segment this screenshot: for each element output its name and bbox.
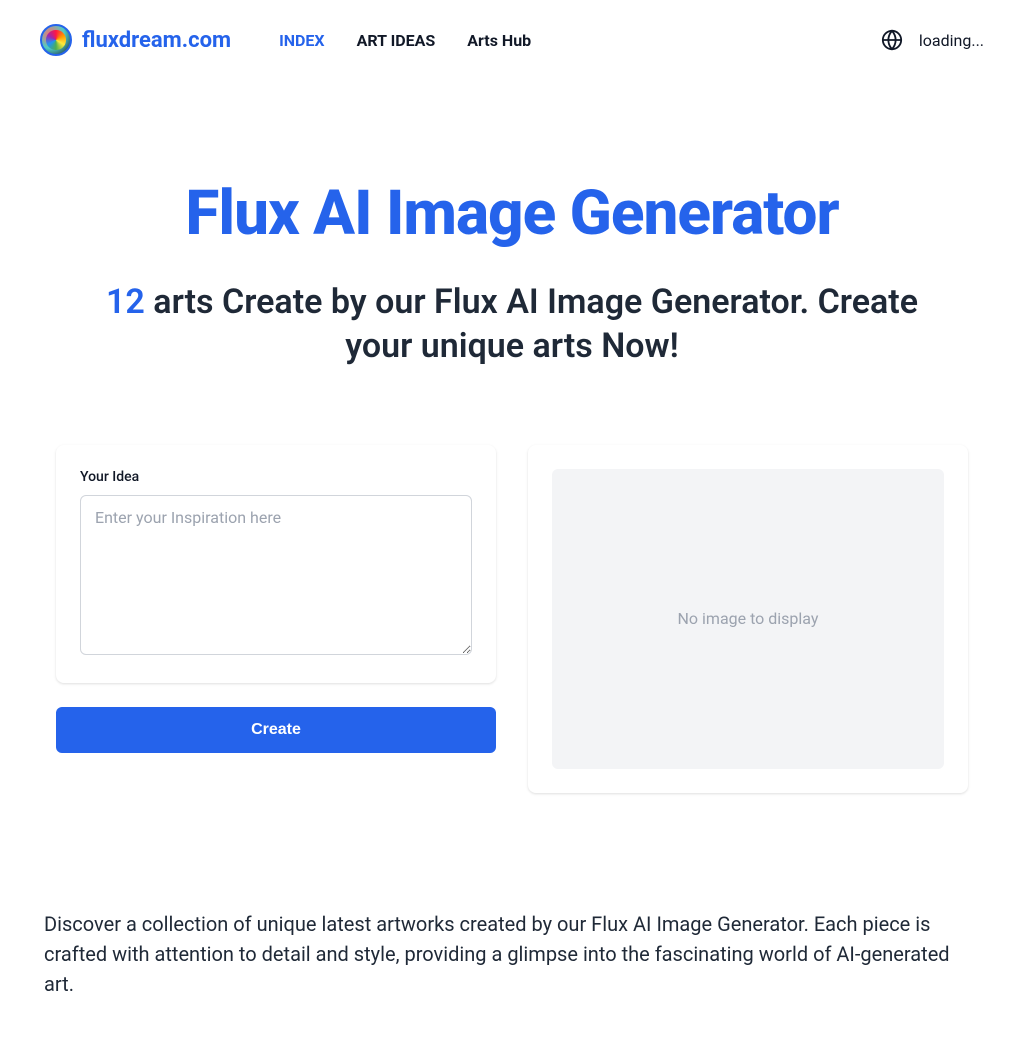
preview-card: No image to display	[528, 445, 968, 793]
arts-count: 12	[106, 282, 145, 322]
hero-section: Flux AI Image Generator 12 arts Create b…	[0, 80, 1024, 409]
subtitle-text: arts Create by our Flux AI Image Generat…	[145, 282, 918, 366]
input-card: Your Idea	[56, 445, 496, 683]
page-subtitle: 12 arts Create by our Flux AI Image Gene…	[60, 280, 964, 368]
nav-art-ideas[interactable]: ART IDEAS	[357, 31, 436, 50]
nav-arts-hub[interactable]: Arts Hub	[467, 31, 531, 50]
header-right: loading...	[881, 29, 984, 51]
preview-empty-text: No image to display	[678, 609, 819, 628]
preview-panel: No image to display	[528, 445, 968, 793]
nav-index[interactable]: INDEX	[279, 31, 325, 50]
loading-status: loading...	[919, 31, 984, 50]
brand-name: fluxdream.com	[82, 28, 231, 53]
description-section: Discover a collection of unique latest a…	[0, 829, 1024, 1039]
idea-input[interactable]	[80, 495, 472, 655]
header-left: fluxdream.com INDEX ART IDEAS Arts Hub	[40, 24, 531, 56]
idea-label: Your Idea	[80, 469, 472, 485]
generator-panels: Your Idea Create No image to display	[0, 409, 1024, 829]
image-preview: No image to display	[552, 469, 944, 769]
create-button[interactable]: Create	[56, 707, 496, 753]
main-nav: INDEX ART IDEAS Arts Hub	[279, 31, 531, 50]
page-title: Flux AI Image Generator	[60, 180, 964, 248]
description-text: Discover a collection of unique latest a…	[44, 909, 980, 999]
logo[interactable]: fluxdream.com	[40, 24, 231, 56]
globe-icon[interactable]	[881, 29, 903, 51]
input-panel: Your Idea Create	[56, 445, 496, 793]
logo-icon	[40, 24, 72, 56]
header: fluxdream.com INDEX ART IDEAS Arts Hub l…	[0, 0, 1024, 80]
